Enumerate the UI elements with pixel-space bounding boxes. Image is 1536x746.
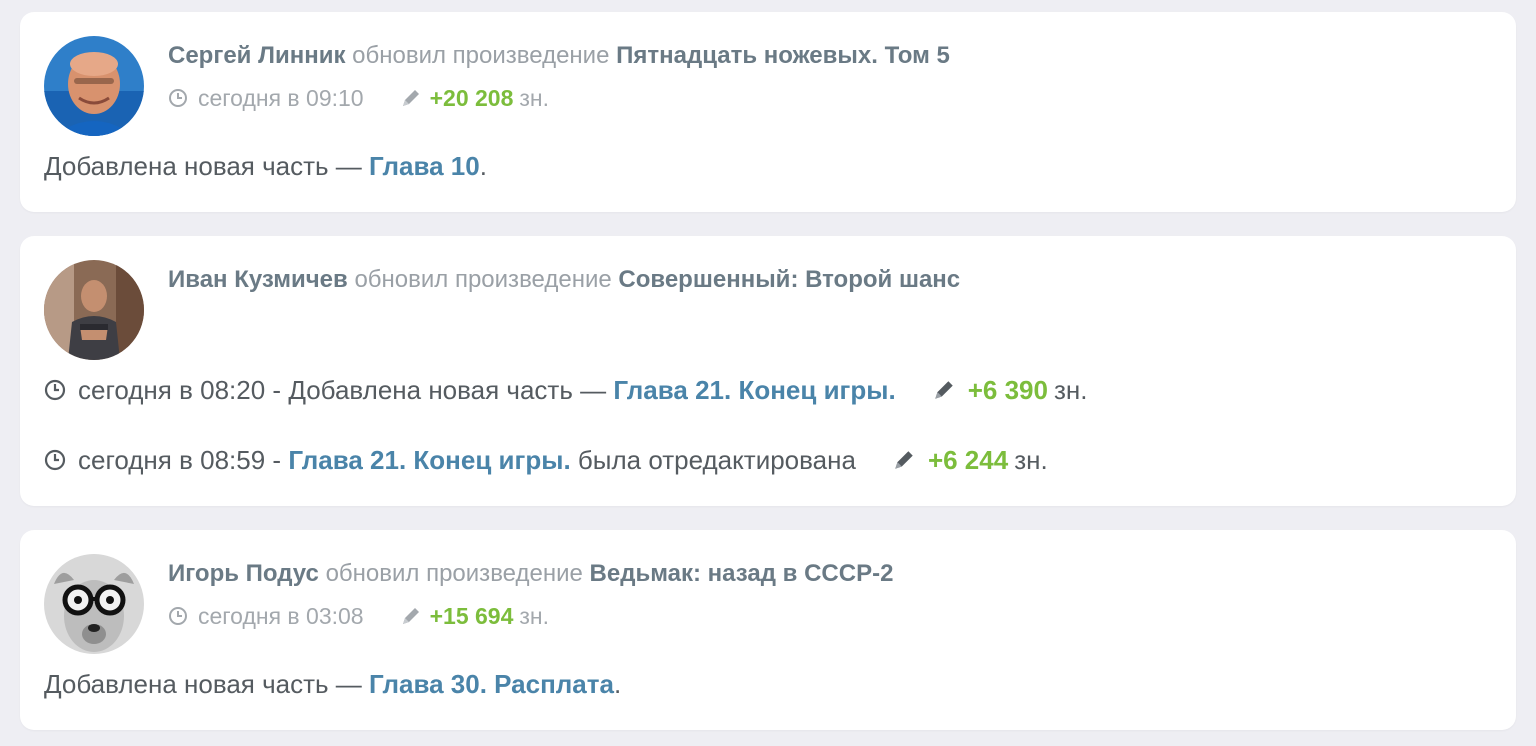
char-count: +15 694 bbox=[429, 603, 514, 629]
action-text: обновил произведение bbox=[352, 42, 610, 69]
feed-item: Игорь Подус обновил произведение Ведьмак… bbox=[20, 530, 1516, 730]
char-count: +20 208 bbox=[429, 85, 514, 111]
pencil-icon bbox=[400, 605, 422, 627]
pencil-icon bbox=[932, 378, 956, 402]
feed-item: Сергей Линник обновил произведение Пятна… bbox=[20, 12, 1516, 212]
update-row: сегодня в 08:59 - Глава 21. Конец игры. … bbox=[44, 444, 1048, 476]
feed-header: Игорь Подус обновил произведение Ведьмак… bbox=[168, 559, 893, 589]
chapter-link[interactable]: Глава 30. Расплата bbox=[369, 668, 614, 700]
timestamp: сегодня в 08:20 - bbox=[78, 375, 282, 405]
update-prefix: Добавлена новая часть — bbox=[44, 669, 362, 699]
char-count: +6 244 bbox=[927, 445, 1009, 475]
clock-icon bbox=[168, 88, 188, 108]
avatar[interactable] bbox=[44, 554, 144, 654]
pencil-icon bbox=[400, 87, 422, 109]
update-prefix: Добавлена новая часть — bbox=[44, 151, 362, 181]
clock-icon bbox=[44, 379, 66, 401]
chapter-link[interactable]: Глава 10 bbox=[369, 150, 480, 182]
char-count: +6 390 bbox=[967, 375, 1048, 405]
meta-line: сегодня в 09:10 +20 208 зн. bbox=[168, 84, 549, 112]
timestamp: сегодня в 08:59 - bbox=[78, 445, 282, 475]
clock-icon bbox=[168, 606, 188, 626]
char-unit: зн. bbox=[1014, 445, 1048, 475]
avatar[interactable] bbox=[44, 36, 144, 136]
work-link[interactable]: Ведьмак: назад в СССР-2 bbox=[590, 560, 894, 587]
char-unit: зн. bbox=[519, 603, 550, 629]
timestamp: сегодня в 03:08 bbox=[198, 603, 364, 629]
update-suffix: была отредактирована bbox=[577, 445, 856, 475]
update-text: Добавлена новая часть — Глава 30. Распла… bbox=[44, 668, 621, 700]
author-link[interactable]: Иван Кузмичев bbox=[168, 266, 348, 293]
update-row: сегодня в 08:20 - Добавлена новая часть … bbox=[44, 374, 1087, 406]
meta-line: сегодня в 03:08 +15 694 зн. bbox=[168, 602, 549, 630]
update-suffix: . bbox=[479, 151, 487, 181]
action-text: обновил произведение bbox=[354, 266, 612, 293]
feed-item: Иван Кузмичев обновил произведение Совер… bbox=[20, 236, 1516, 506]
author-link[interactable]: Игорь Подус bbox=[168, 560, 319, 587]
feed-header: Сергей Линник обновил произведение Пятна… bbox=[168, 41, 950, 71]
char-unit: зн. bbox=[1053, 375, 1088, 405]
feed-header: Иван Кузмичев обновил произведение Совер… bbox=[168, 265, 960, 295]
update-prefix: Добавлена новая часть — bbox=[288, 375, 607, 405]
update-suffix: . bbox=[613, 669, 622, 699]
author-link[interactable]: Сергей Линник bbox=[168, 42, 345, 69]
pencil-icon bbox=[892, 448, 916, 472]
timestamp: сегодня в 09:10 bbox=[198, 85, 364, 111]
action-text: обновил произведение bbox=[325, 560, 583, 587]
chapter-link[interactable]: Глава 21. Конец игры. bbox=[613, 374, 895, 406]
clock-icon bbox=[44, 449, 66, 471]
chapter-link[interactable]: Глава 21. Конец игры. bbox=[288, 444, 570, 476]
char-unit: зн. bbox=[519, 85, 550, 111]
avatar[interactable] bbox=[44, 260, 144, 360]
work-link[interactable]: Совершенный: Второй шанс bbox=[618, 266, 960, 293]
work-link[interactable]: Пятнадцать ножевых. Том 5 bbox=[616, 42, 950, 69]
update-text: Добавлена новая часть — Глава 10. bbox=[44, 150, 487, 182]
